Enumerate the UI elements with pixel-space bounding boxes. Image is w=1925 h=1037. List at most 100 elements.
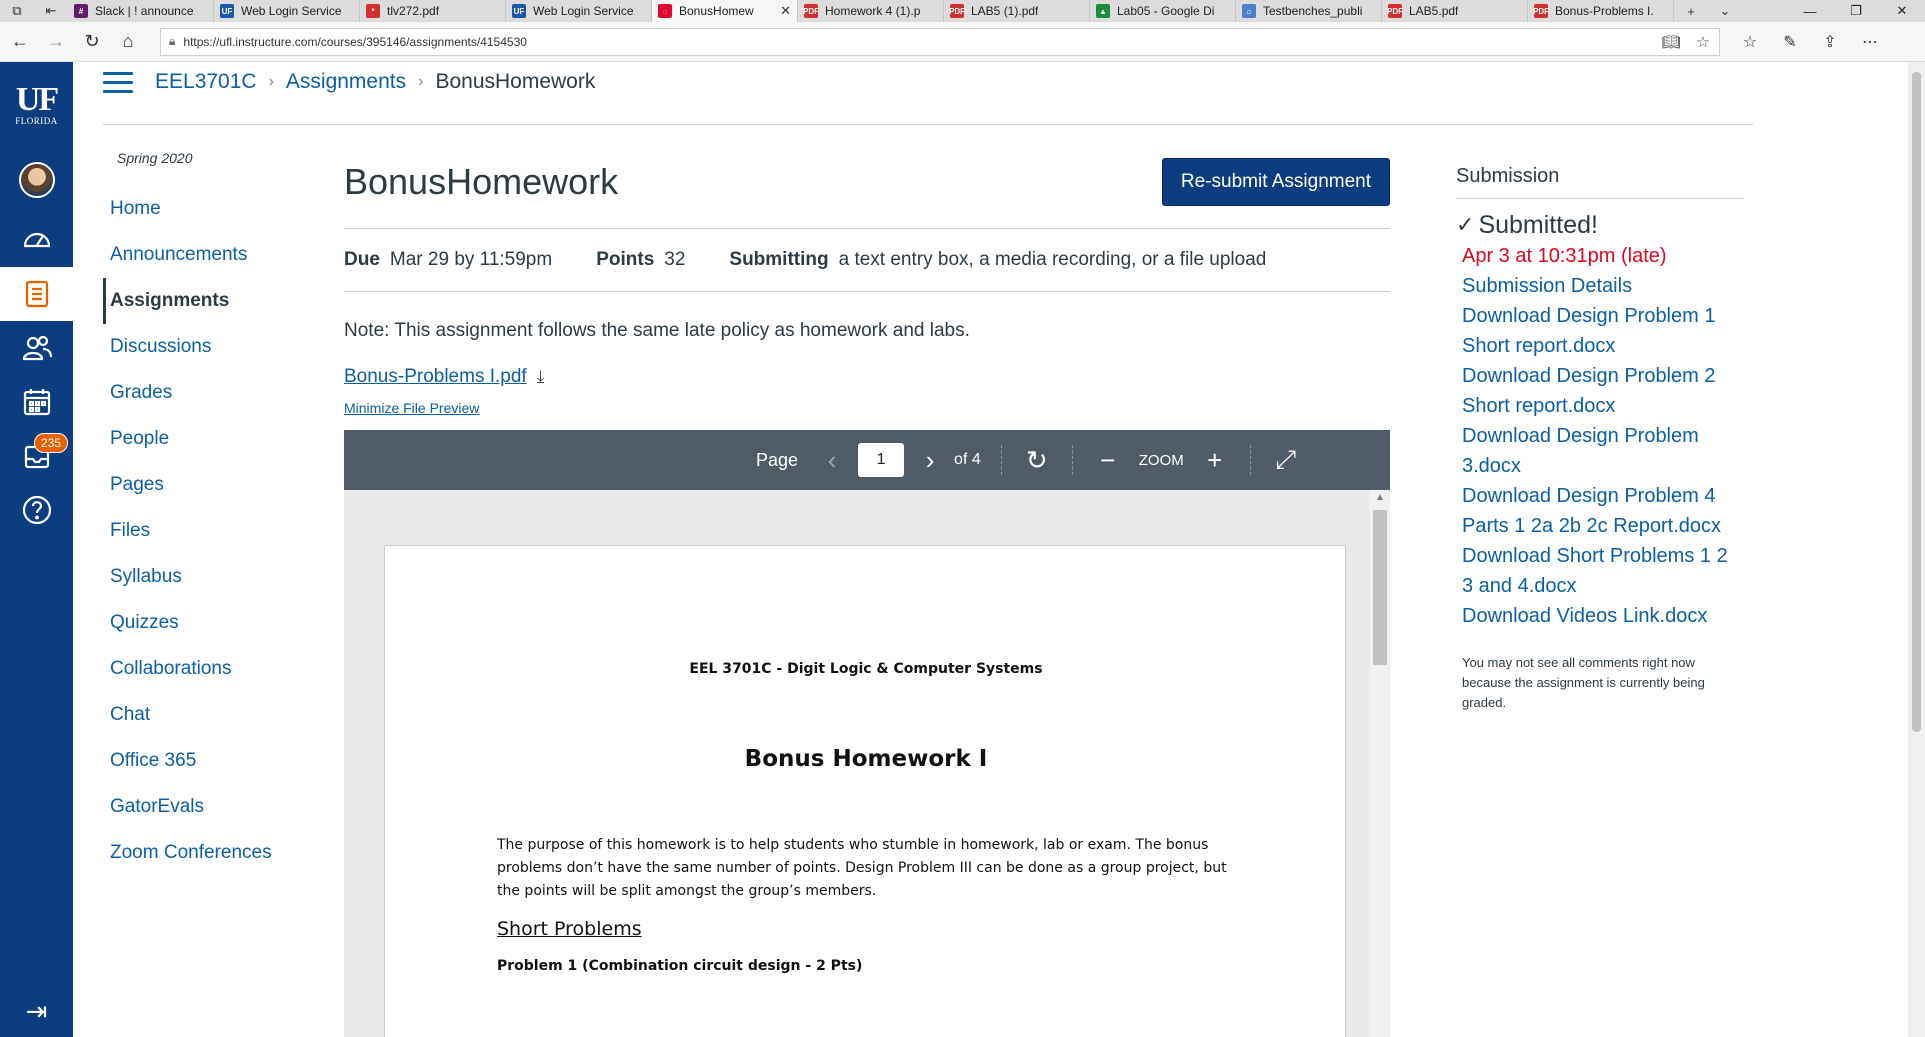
back-arrow-icon[interactable]: ←	[4, 26, 36, 58]
tab-favicon-icon: PDF	[1533, 4, 1549, 18]
browser-tab[interactable]: ◌ BonusHomew ✕	[652, 0, 798, 22]
global-nav-dashboard[interactable]	[0, 213, 73, 267]
course-nav-assignments[interactable]: Assignments	[103, 278, 303, 324]
course-nav-office-365[interactable]: Office 365	[103, 738, 303, 784]
refresh-icon[interactable]: ↻	[76, 26, 108, 58]
course-nav-home[interactable]: Home	[103, 186, 303, 232]
browser-tab[interactable]: ▲ Lab05 - Google Di	[1090, 0, 1236, 22]
zoom-out-icon[interactable]: −	[1093, 445, 1123, 476]
course-nav-pages[interactable]: Pages	[103, 462, 303, 508]
close-tab-icon[interactable]: ✕	[780, 3, 791, 19]
course-nav-chat[interactable]: Chat	[103, 692, 303, 738]
browser-tab[interactable]: UF Web Login Service	[506, 0, 652, 22]
url-field[interactable]: 🔒︎ https://ufl.instructure.com/courses/3…	[160, 27, 1720, 56]
groups-people-icon	[22, 335, 52, 361]
page-scroll-thumb[interactable]	[1912, 72, 1921, 732]
next-page-chevron-icon[interactable]: ›	[910, 445, 950, 476]
resubmit-assignment-button[interactable]: Re-submit Assignment	[1161, 158, 1390, 206]
global-nav-calendar[interactable]	[0, 375, 73, 429]
uf-logo[interactable]: UF FLORIDA	[0, 62, 73, 147]
attached-file-link[interactable]: Bonus-Problems I.pdf	[344, 366, 527, 388]
tab-favicon-icon: PDF	[803, 4, 819, 18]
download-icon[interactable]: ⤓	[537, 367, 545, 387]
calendar-icon	[23, 389, 50, 416]
inbox-unread-badge: 235	[34, 433, 69, 453]
download-submission-file-link[interactable]: Download Design Problem 2 Short report.d…	[1462, 361, 1744, 421]
browser-tab[interactable]: ⌂ Testbenches_publi	[1236, 0, 1382, 22]
points-value: 32	[664, 249, 686, 270]
toolbar-separator	[1000, 445, 1002, 475]
pdf-scrollbar[interactable]: ▲	[1370, 490, 1390, 1037]
course-menu-hamburger-icon[interactable]	[103, 71, 133, 93]
page-scrollbar[interactable]	[1908, 62, 1925, 1037]
minimize-window-icon[interactable]: —	[1787, 4, 1833, 19]
page-number-input[interactable]: 1	[858, 443, 905, 477]
scroll-up-arrow-icon[interactable]: ▲	[1375, 492, 1385, 503]
favorite-star-icon[interactable]: ☆	[1687, 33, 1719, 51]
breadcrumb-course[interactable]: EEL3701C	[155, 70, 257, 94]
global-nav-inbox[interactable]: 235	[0, 429, 73, 483]
zoom-in-icon[interactable]: +	[1200, 445, 1230, 476]
course-nav-files[interactable]: Files	[103, 508, 303, 554]
download-submission-file-link[interactable]: Download Videos Link.docx	[1462, 601, 1744, 631]
course-nav-grades[interactable]: Grades	[103, 370, 303, 416]
home-icon[interactable]: ⌂	[112, 26, 144, 58]
tab-preview-icon[interactable]: ⧉	[0, 0, 34, 22]
page-count: of 4	[954, 451, 981, 468]
assignment-note: Note: This assignment follows the same l…	[344, 320, 970, 341]
submission-heading: Submission	[1456, 150, 1744, 199]
header-divider	[103, 124, 1753, 125]
global-nav-help[interactable]	[0, 483, 73, 537]
browser-tab[interactable]: PDF LAB5.pdf	[1382, 0, 1528, 22]
tab-list-chevron-icon[interactable]: ⌄	[1708, 0, 1742, 22]
dashboard-gauge-icon	[23, 232, 50, 248]
rotate-icon[interactable]: ↻	[1022, 445, 1052, 476]
global-nav-groups[interactable]	[0, 321, 73, 375]
course-nav-syllabus[interactable]: Syllabus	[103, 554, 303, 600]
download-submission-file-link[interactable]: Download Design Problem 4 Parts 1 2a 2b …	[1462, 481, 1744, 541]
tab-favicon-icon: PDF	[1387, 4, 1403, 18]
collapse-nav-icon[interactable]: ⇥	[0, 996, 73, 1027]
browser-tab[interactable]: UF Web Login Service	[214, 0, 360, 22]
download-submission-file-link[interactable]: Download Short Problems 1 2 3 and 4.docx	[1462, 541, 1744, 601]
pen-icon[interactable]: ✎	[1770, 32, 1810, 52]
browser-tab[interactable]: # Slack | ! announce	[68, 0, 214, 22]
breadcrumb-current: BonusHomework	[435, 70, 596, 93]
submission-details-link[interactable]: Submission Details	[1462, 271, 1744, 301]
restore-window-icon[interactable]: ❐	[1833, 3, 1879, 19]
download-submission-file-link[interactable]: Download Design Problem 1 Short report.d…	[1462, 301, 1744, 361]
minimize-file-preview-link[interactable]: Minimize File Preview	[344, 400, 479, 416]
browser-tab[interactable]: PDF LAB5 (1).pdf	[944, 0, 1090, 22]
global-nav-account[interactable]	[0, 147, 73, 213]
course-nav-zoom-conferences[interactable]: Zoom Conferences	[103, 830, 303, 876]
course-nav-collaborations[interactable]: Collaborations	[103, 646, 303, 692]
global-nav-courses[interactable]	[0, 267, 73, 321]
more-menu-icon[interactable]: ⋯	[1850, 32, 1890, 52]
toolbar-separator	[1249, 445, 1251, 475]
browser-tab[interactable]: * tlv272.pdf	[360, 0, 506, 22]
new-tab-icon[interactable]: +	[1674, 0, 1708, 22]
download-submission-file-link[interactable]: Download Design Problem 3.docx	[1462, 421, 1744, 481]
pdf-scroll-thumb[interactable]	[1373, 510, 1387, 665]
favorites-list-icon[interactable]: ☆	[1730, 32, 1770, 52]
set-aside-tabs-icon[interactable]: ⇤	[34, 0, 68, 22]
course-nav-people[interactable]: People	[103, 416, 303, 462]
reading-view-icon[interactable]: 📖︎	[1655, 33, 1687, 51]
course-nav-gatorevals[interactable]: GatorEvals	[103, 784, 303, 830]
breadcrumb: EEL3701C › Assignments › BonusHomework	[103, 64, 595, 100]
course-nav-quizzes[interactable]: Quizzes	[103, 600, 303, 646]
course-nav-discussions[interactable]: Discussions	[103, 324, 303, 370]
logo-subtext: FLORIDA	[15, 115, 58, 126]
grading-notice: You may not see all comments right now b…	[1462, 655, 1705, 710]
forward-arrow-icon[interactable]: →	[40, 26, 72, 58]
close-window-icon[interactable]: ✕	[1879, 3, 1925, 19]
fullscreen-expand-icon[interactable]: ⤢	[1271, 444, 1301, 476]
browser-tab[interactable]: PDF Homework 4 (1).p	[798, 0, 944, 22]
breadcrumb-assignments[interactable]: Assignments	[286, 70, 406, 94]
previous-page-chevron-icon[interactable]: ‹	[812, 445, 852, 476]
course-nav-announcements[interactable]: Announcements	[103, 232, 303, 278]
assignment-details: Due Mar 29 by 11:59pm Points 32 Submitti…	[344, 229, 1390, 291]
browser-tab[interactable]: PDF Bonus-Problems I.	[1528, 0, 1674, 22]
zoom-label: ZOOM	[1138, 451, 1184, 469]
share-icon[interactable]: ⇪	[1810, 32, 1850, 52]
